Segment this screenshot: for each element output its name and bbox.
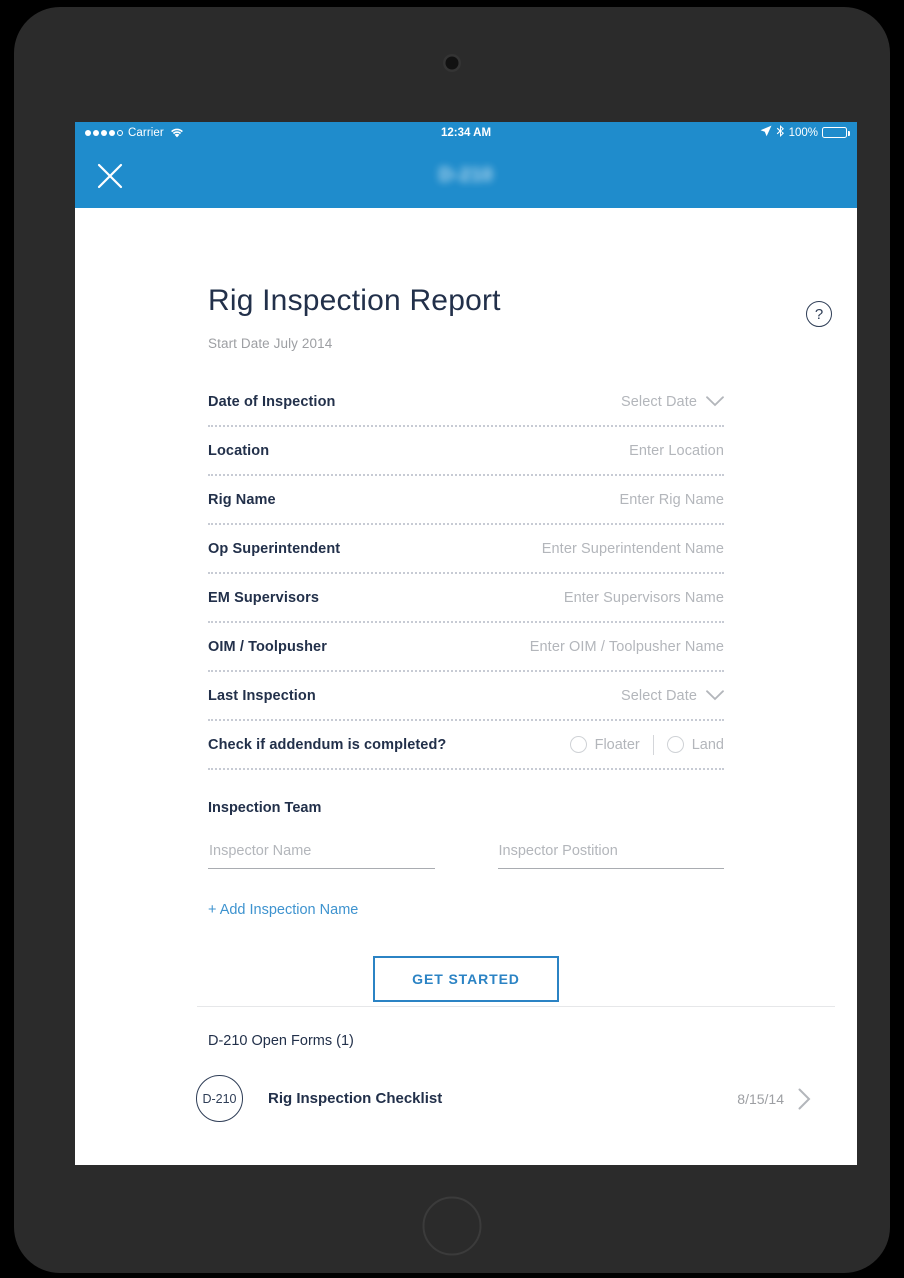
field-row-rig-name[interactable]: Rig Name Enter Rig Name (208, 476, 724, 525)
open-form-date: 8/15/14 (737, 1090, 784, 1107)
field-row-location[interactable]: Location Enter Location (208, 427, 724, 476)
inspection-team-inputs (208, 843, 724, 869)
device-frame: Carrier 12:34 AM 100% D-210 ? Rig Inspec… (14, 7, 890, 1273)
field-label: Date of Inspection (208, 393, 336, 410)
field-label: OIM / Toolpusher (208, 638, 327, 655)
field-label: Last Inspection (208, 687, 316, 704)
carrier-label: Carrier (128, 126, 164, 139)
radio-divider (652, 734, 654, 755)
field-row-last-inspection[interactable]: Last Inspection Select Date (208, 672, 724, 721)
status-bar-left: Carrier (85, 127, 184, 139)
radio-option-floater[interactable]: Floater (569, 736, 640, 753)
inspector-position-input[interactable] (497, 843, 724, 869)
field-row-addendum: Check if addendum is completed? Floater … (208, 721, 724, 770)
help-circle-icon[interactable]: ? (806, 301, 832, 327)
open-form-name: Rig Inspection Checklist (268, 1090, 443, 1107)
battery-full-icon (822, 127, 850, 138)
em-supervisors-input[interactable]: Enter Supervisors Name (564, 590, 724, 606)
chevron-down-icon (706, 690, 724, 701)
field-row-oim-toolpusher[interactable]: OIM / Toolpusher Enter OIM / Toolpusher … (208, 623, 724, 672)
field-list: Date of Inspection Select Date Location … (208, 378, 724, 770)
chevron-right-icon (798, 1088, 811, 1110)
addendum-label: Check if addendum is completed? (208, 736, 447, 753)
form-code-badge: D-210 (196, 1075, 243, 1122)
wifi-icon (170, 127, 184, 138)
radio-option-land[interactable]: Land (666, 736, 724, 753)
nav-title: D-210 (438, 164, 494, 186)
get-started-wrap: GET STARTED (208, 956, 724, 1002)
signal-strength-icon (85, 129, 123, 136)
status-bar: Carrier 12:34 AM 100% (75, 122, 857, 143)
rig-name-input[interactable]: Enter Rig Name (619, 492, 724, 508)
inspector-name-input[interactable] (208, 843, 435, 869)
oim-toolpusher-input[interactable]: Enter OIM / Toolpusher Name (530, 639, 724, 655)
start-date-label: Start Date July 2014 (208, 336, 333, 351)
field-value-text: Select Date (620, 393, 697, 410)
date-of-inspection-input[interactable]: Select Date (621, 394, 724, 410)
section-divider (197, 1006, 835, 1007)
bluetooth-icon (776, 124, 785, 141)
open-form-list-item[interactable]: D-210 Rig Inspection Checklist 8/15/14 (196, 1075, 811, 1165)
location-input[interactable]: Enter Location (629, 443, 724, 459)
field-row-date-of-inspection[interactable]: Date of Inspection Select Date (208, 378, 724, 427)
field-label: Op Superintendent (208, 540, 341, 557)
radio-label: Land (691, 736, 724, 753)
status-bar-right: 100% (760, 124, 850, 141)
field-value-text: Select Date (620, 687, 697, 704)
radio-circle-icon (666, 736, 684, 753)
field-label: Location (208, 442, 270, 459)
device-screen: Carrier 12:34 AM 100% D-210 ? Rig Inspec… (75, 122, 857, 1165)
chevron-down-icon (706, 396, 724, 407)
battery-percent-label: 100% (788, 126, 818, 139)
radio-circle-icon (569, 736, 587, 753)
form-content: ? Rig Inspection Report Start Date July … (75, 208, 857, 1165)
camera-icon (445, 56, 459, 70)
status-bar-time: 12:34 AM (440, 126, 492, 139)
inspection-team-label: Inspection Team (208, 800, 322, 816)
field-label: Rig Name (208, 491, 276, 508)
field-label: EM Supervisors (208, 589, 319, 606)
field-row-em-supervisors[interactable]: EM Supervisors Enter Supervisors Name (208, 574, 724, 623)
nav-bar: D-210 (75, 143, 857, 208)
add-inspection-name-link[interactable]: + Add Inspection Name (208, 902, 358, 918)
op-superintendent-input[interactable]: Enter Superintendent Name (542, 541, 724, 557)
field-row-op-superintendent[interactable]: Op Superintendent Enter Superintendent N… (208, 525, 724, 574)
last-inspection-input[interactable]: Select Date (621, 688, 724, 704)
addendum-radio-group: Floater Land (569, 734, 724, 755)
get-started-button[interactable]: GET STARTED (373, 956, 559, 1002)
help-glyph: ? (814, 305, 824, 323)
location-arrow-icon (760, 125, 772, 140)
page-title: Rig Inspection Report (208, 284, 501, 317)
open-forms-section: D-210 Open Forms (1) D-210 Rig Inspectio… (75, 1006, 857, 1165)
home-button[interactable] (422, 1196, 482, 1256)
open-forms-title: D-210 Open Forms (1) (208, 1033, 354, 1049)
form-area: Rig Inspection Report Start Date July 20… (75, 208, 857, 1002)
radio-label: Floater (594, 736, 640, 753)
